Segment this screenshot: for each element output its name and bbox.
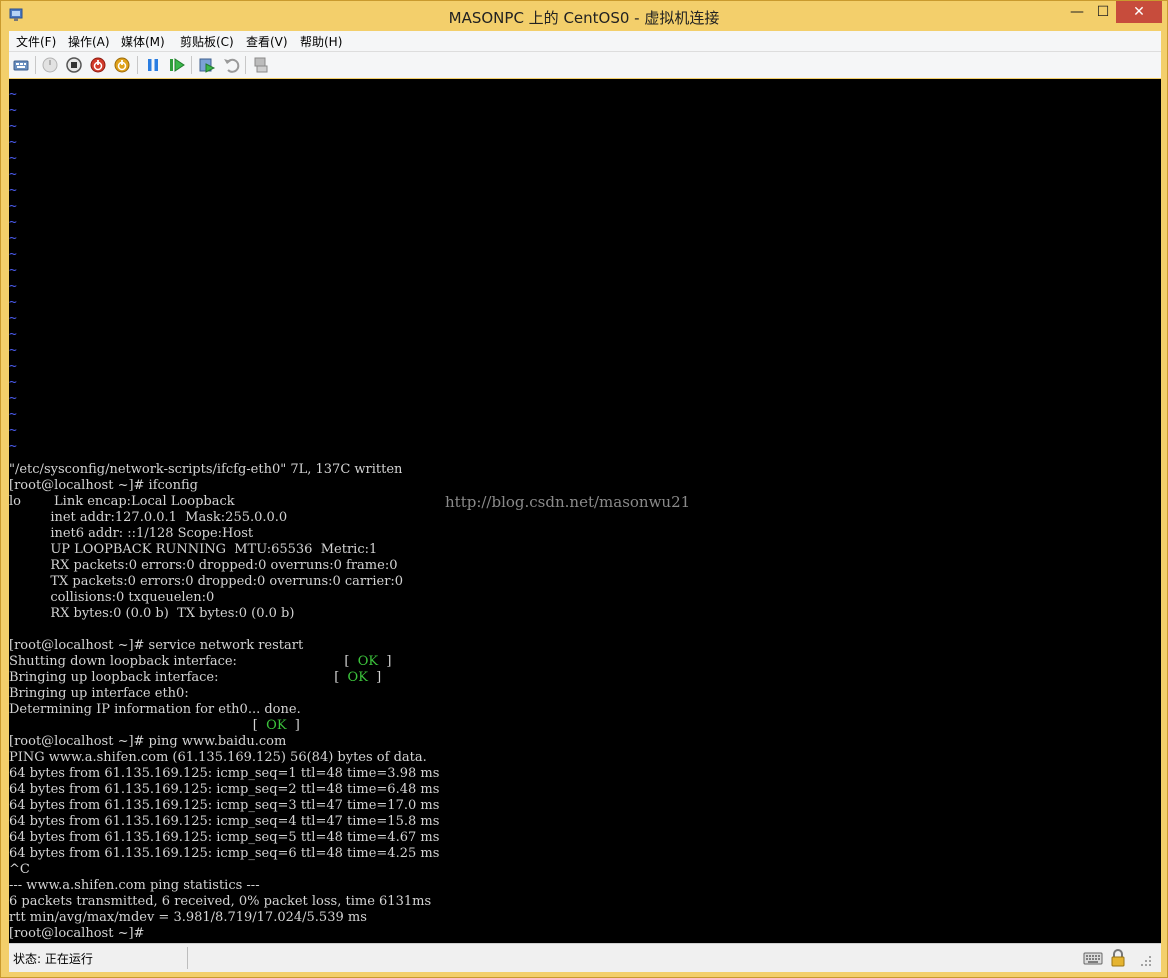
terminal-line: ^C (9, 862, 30, 877)
toolbar-separator (245, 56, 246, 74)
vi-tilde-marker: ~ (9, 103, 17, 118)
terminal-line: Determining IP information for eth0... d… (9, 702, 301, 717)
menu-bar: 文件(F) 操作(A) 媒体(M) 剪贴板(C) 查看(V) 帮助(H) (9, 31, 1161, 52)
terminal-line: [root@localhost ~]# service network rest… (9, 638, 304, 653)
turn-off-icon[interactable] (65, 56, 83, 74)
vi-tilde-marker: ~ (9, 311, 17, 326)
ok-status-label: OK (347, 670, 368, 685)
status-bar: 状态: 正在运行 (9, 943, 1161, 972)
enhanced-session-icon[interactable] (252, 56, 270, 74)
ok-status-label: OK (266, 718, 287, 733)
terminal-line: inet6 addr: ::1/128 Scope:Host (9, 526, 254, 541)
checkpoint-icon[interactable] (198, 56, 216, 74)
vm-status-text: 状态: 正在运行 (13, 952, 93, 966)
resize-grip-icon[interactable] (1137, 948, 1153, 968)
vi-tilde-marker: ~ (9, 263, 17, 278)
pause-icon[interactable] (144, 56, 162, 74)
vi-tilde-marker: ~ (9, 135, 17, 150)
terminal-line: lo Link encap:Local Loopback (9, 494, 235, 509)
terminal-line: UP LOOPBACK RUNNING MTU:65536 Metric:1 (9, 542, 378, 557)
minimize-button[interactable]: — (1064, 1, 1090, 23)
terminal-line: [root@localhost ~]# ping www.baidu.com (9, 734, 287, 749)
terminal-output: "/etc/sysconfig/network-scripts/ifcfg-et… (9, 462, 439, 942)
maximize-button[interactable]: ☐ (1090, 1, 1116, 23)
toolbar-separator (35, 56, 36, 74)
watermark-url: http://blog.csdn.net/masonwu21 (445, 493, 691, 511)
ctrl-alt-del-icon[interactable] (12, 56, 30, 74)
terminal-line: 64 bytes from 61.135.169.125: icmp_seq=1… (9, 766, 440, 781)
menu-file[interactable]: 文件(F) (16, 33, 56, 50)
vi-tilde-marker: ~ (9, 231, 17, 246)
vm-connection-window: MASONPC 上的 CentOS0 - 虚拟机连接 — ☐ ✕ 文件(F) 操… (0, 0, 1168, 978)
menu-clipboard[interactable]: 剪贴板(C) (180, 33, 234, 50)
vi-tilde-marker: ~ (9, 119, 17, 134)
terminal-line: rtt min/avg/max/mdev = 3.981/8.719/17.02… (9, 910, 367, 925)
menu-help[interactable]: 帮助(H) (300, 33, 342, 50)
menu-view[interactable]: 查看(V) (246, 33, 288, 50)
save-icon[interactable] (113, 56, 131, 74)
terminal-line: [root@localhost ~]# ifconfig (9, 478, 198, 493)
toolbar-separator (191, 56, 192, 74)
terminal-line: 64 bytes from 61.135.169.125: icmp_seq=3… (9, 798, 440, 813)
vi-tilde-marker: ~ (9, 359, 17, 374)
vi-tilde-marker: ~ (9, 199, 17, 214)
terminal-line: RX packets:0 errors:0 dropped:0 overruns… (9, 558, 398, 573)
reset-icon[interactable] (168, 56, 186, 74)
vi-tilde-marker: ~ (9, 215, 17, 230)
terminal-line: "/etc/sysconfig/network-scripts/ifcfg-et… (9, 462, 403, 477)
terminal-line: 64 bytes from 61.135.169.125: icmp_seq=2… (9, 782, 440, 797)
toolbar-separator (137, 56, 138, 74)
vi-tilde-marker: ~ (9, 391, 17, 406)
terminal-line: 6 packets transmitted, 6 received, 0% pa… (9, 894, 432, 909)
lock-icon (1111, 949, 1125, 967)
toolbar (9, 52, 1161, 78)
vi-tilde-marker: ~ (9, 151, 17, 166)
terminal-line: Shutting down loopback interface: [ OK ] (9, 654, 392, 669)
terminal-line: [ OK ] (9, 718, 300, 733)
vi-tilde-marker: ~ (9, 279, 17, 294)
status-separator (187, 947, 188, 969)
terminal-line: TX packets:0 errors:0 dropped:0 overruns… (9, 574, 404, 589)
terminal-line: RX bytes:0 (0.0 b) TX bytes:0 (0.0 b) (9, 606, 295, 621)
start-icon[interactable] (41, 56, 59, 74)
window-title: MASONPC 上的 CentOS0 - 虚拟机连接 (448, 9, 720, 27)
terminal-line: Bringing up interface eth0: (9, 686, 189, 701)
vi-tilde-marker: ~ (9, 295, 17, 310)
terminal-line: collisions:0 txqueuelen:0 (9, 590, 215, 605)
terminal-line: 64 bytes from 61.135.169.125: icmp_seq=4… (9, 814, 440, 829)
terminal-line: 64 bytes from 61.135.169.125: icmp_seq=5… (9, 830, 440, 845)
menu-action[interactable]: 操作(A) (68, 33, 110, 50)
vi-tilde-marker: ~ (9, 167, 17, 182)
vi-tilde-marker: ~ (9, 183, 17, 198)
title-bar[interactable]: MASONPC 上的 CentOS0 - 虚拟机连接 — ☐ ✕ (1, 1, 1167, 31)
menu-media[interactable]: 媒体(M) (121, 33, 165, 50)
vi-tilde-marker: ~ (9, 375, 17, 390)
terminal-line: 64 bytes from 61.135.169.125: icmp_seq=6… (9, 846, 440, 861)
vi-tilde-marker: ~ (9, 247, 17, 262)
vm-console-screen[interactable]: ~ ~ ~ ~ ~ ~ ~ ~ ~ ~ ~ ~ ~ ~ ~ ~ ~ ~ ~ ~ ~ ~ ~ "/etc/sysconfig/… (9, 79, 1161, 943)
terminal-line: Bringing up loopback interface: [ OK ] (9, 670, 382, 685)
revert-icon[interactable] (222, 56, 240, 74)
terminal-line: inet addr:127.0.0.1 Mask:255.0.0.0 (9, 510, 288, 525)
terminal-line: PING www.a.shifen.com (61.135.169.125) 5… (9, 750, 427, 765)
keyboard-icon (1083, 952, 1103, 965)
vi-tilde-marker: ~ (9, 423, 17, 438)
vi-tilde-marker: ~ (9, 407, 17, 422)
vi-tilde-marker: ~ (9, 327, 17, 342)
terminal-line: --- www.a.shifen.com ping statistics --- (9, 878, 260, 893)
vi-tilde-marker: ~ (9, 343, 17, 358)
terminal-line: [root@localhost ~]# (9, 926, 145, 941)
vi-tilde-marker: ~ (9, 439, 17, 454)
ok-status-label: OK (357, 654, 379, 669)
vi-tilde-marker: ~ (9, 87, 17, 102)
shutdown-icon[interactable] (89, 56, 107, 74)
close-button[interactable]: ✕ (1116, 1, 1162, 23)
